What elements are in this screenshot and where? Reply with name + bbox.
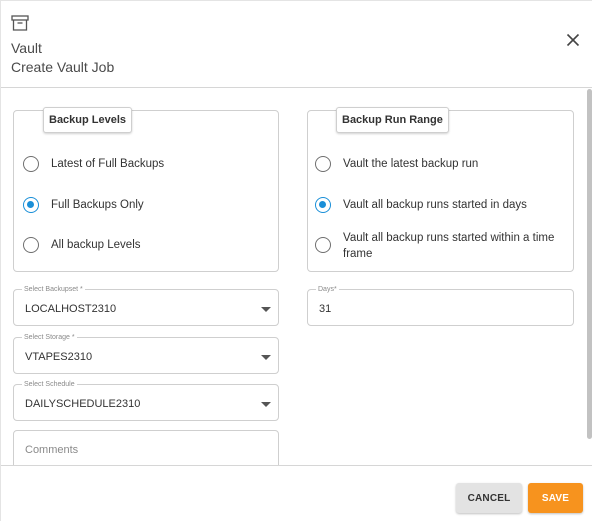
radio-button[interactable] <box>315 237 331 253</box>
backupset-value: LOCALHOST2310 <box>25 303 117 315</box>
comments-textarea[interactable]: Comments <box>13 430 279 465</box>
dialog-subtitle: Create Vault Job <box>11 59 115 75</box>
radio-vault-latest-run[interactable]: Vault the latest backup run <box>315 156 478 172</box>
dialog-title: Vault <box>11 40 42 56</box>
chevron-down-icon[interactable] <box>261 355 271 360</box>
vertical-scrollbar[interactable] <box>587 89 592 439</box>
chevron-down-icon[interactable] <box>261 307 271 312</box>
radio-button-selected[interactable] <box>23 197 39 213</box>
backup-run-range-legend: Backup Run Range <box>336 107 449 133</box>
dialog-footer: CANCEL SAVE <box>1 465 592 521</box>
radio-button[interactable] <box>23 156 39 172</box>
chevron-down-icon[interactable] <box>261 402 271 407</box>
radio-button-selected[interactable] <box>315 197 331 213</box>
backup-run-range-panel: Backup Run Range Vault the latest backup… <box>307 107 574 272</box>
radio-button[interactable] <box>315 156 331 172</box>
storage-select[interactable]: Select Storage * VTAPES2310 <box>13 333 279 374</box>
radio-vault-runs-in-days[interactable]: Vault all backup runs started in days <box>315 197 527 213</box>
radio-latest-full-backups[interactable]: Latest of Full Backups <box>23 156 164 172</box>
dialog-header: Vault Create Vault Job <box>1 1 592 88</box>
radio-all-backup-levels[interactable]: All backup Levels <box>23 237 141 253</box>
close-icon[interactable] <box>564 31 582 49</box>
save-button[interactable]: SAVE <box>528 483 583 513</box>
archive-box-icon <box>11 15 29 31</box>
radio-label: Vault all backup runs started in days <box>343 199 527 211</box>
backup-levels-legend: Backup Levels <box>43 107 133 133</box>
days-input[interactable]: Days* 31 <box>307 285 574 326</box>
schedule-label: Select Schedule <box>22 380 77 389</box>
radio-vault-runs-time-frame[interactable]: Vault all backup runs started within a t… <box>315 230 555 262</box>
storage-value: VTAPES2310 <box>25 351 93 363</box>
radio-button[interactable] <box>23 237 39 253</box>
dialog-body: Backup Levels Latest of Full Backups Ful… <box>1 89 592 465</box>
days-label: Days* <box>316 285 339 294</box>
backup-levels-panel: Backup Levels Latest of Full Backups Ful… <box>13 107 279 272</box>
storage-label: Select Storage * <box>22 333 77 342</box>
radio-label: All backup Levels <box>51 239 141 251</box>
radio-label: Vault the latest backup run <box>343 158 479 170</box>
cancel-button[interactable]: CANCEL <box>456 483 522 513</box>
radio-label: Full Backups Only <box>51 199 144 211</box>
backupset-select[interactable]: Select Backupset * LOCALHOST2310 <box>13 285 279 326</box>
comments-placeholder: Comments <box>25 444 79 456</box>
radio-label: Vault all backup runs started within a t… <box>343 232 555 260</box>
create-vault-job-dialog: Vault Create Vault Job Backup Levels Lat… <box>0 0 592 521</box>
days-value: 31 <box>319 303 332 315</box>
schedule-select[interactable]: Select Schedule DAILYSCHEDULE2310 <box>13 380 279 421</box>
backupset-label: Select Backupset * <box>22 285 85 294</box>
radio-full-backups-only[interactable]: Full Backups Only <box>23 197 144 213</box>
schedule-value: DAILYSCHEDULE2310 <box>25 398 141 410</box>
radio-label: Latest of Full Backups <box>51 158 165 170</box>
